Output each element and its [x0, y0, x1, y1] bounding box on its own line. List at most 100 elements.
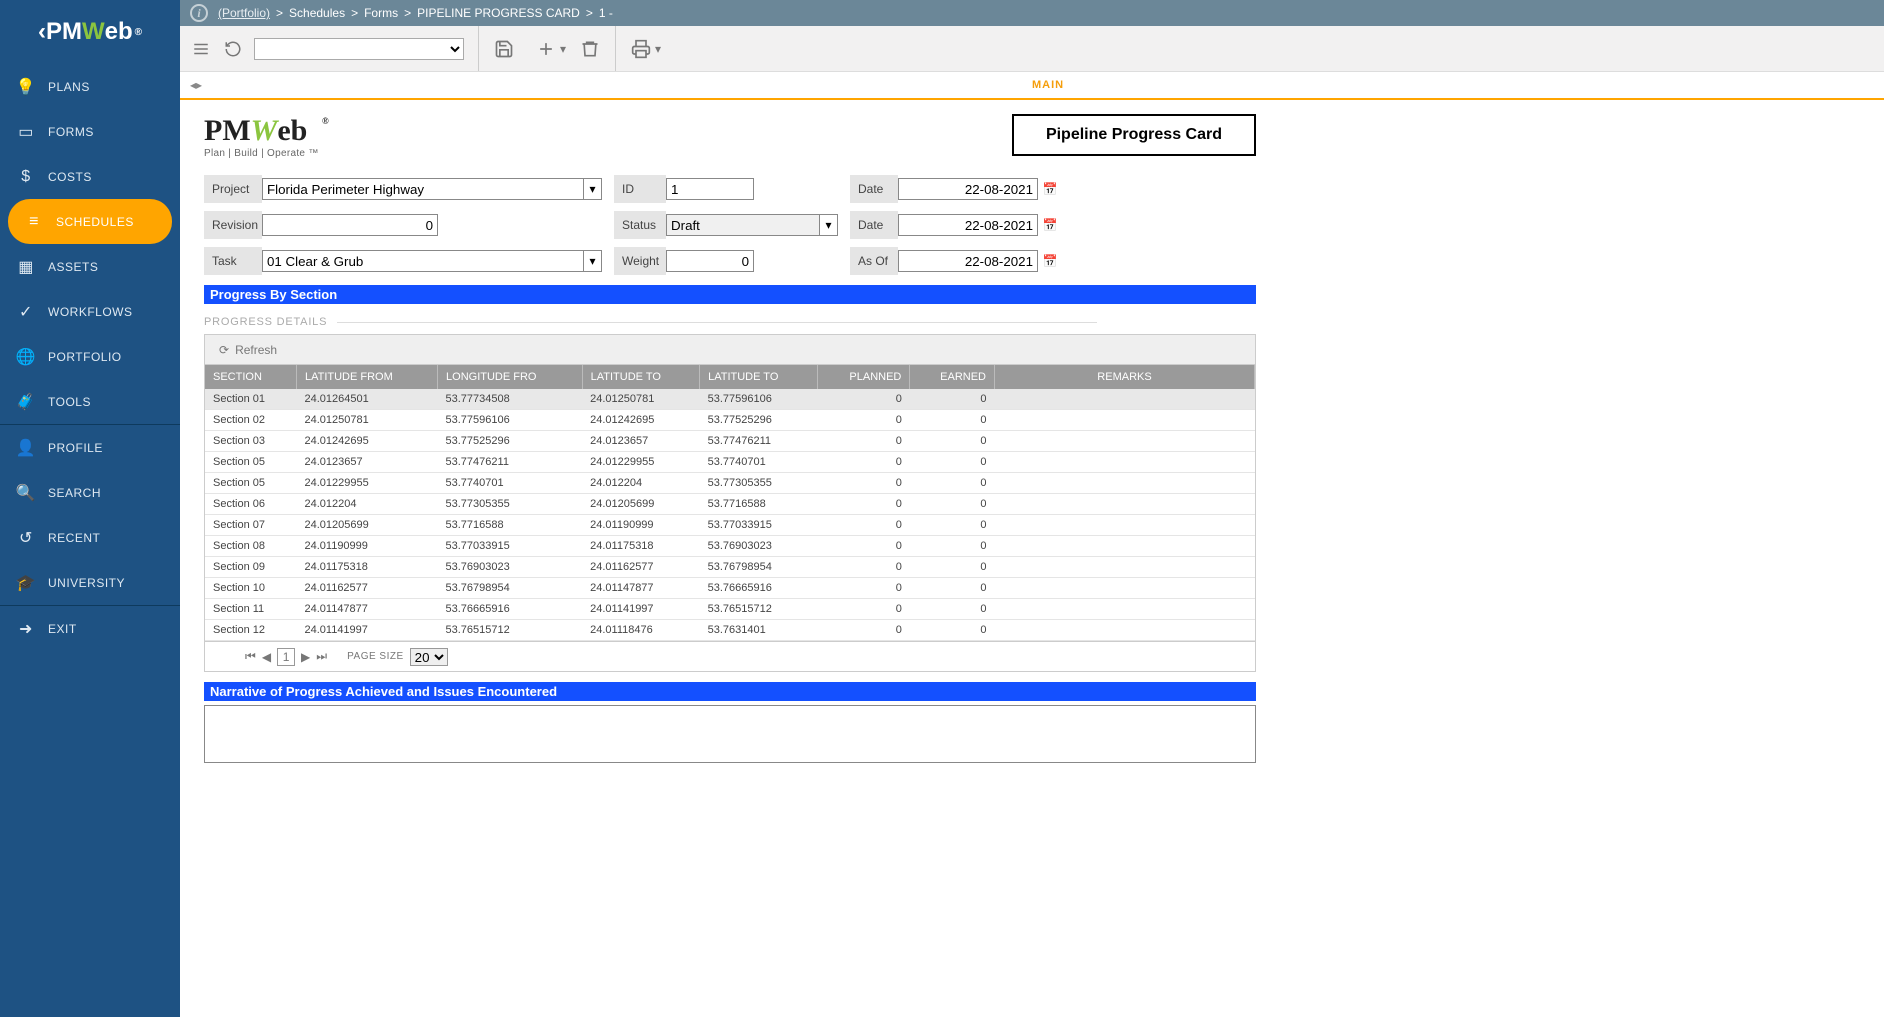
crumb-forms[interactable]: Forms: [364, 6, 398, 20]
nav-search[interactable]: 🔍SEARCH: [0, 470, 180, 515]
settings-icon[interactable]: [190, 38, 212, 60]
breadcrumb-bar: i (Portfolio) > Schedules > Forms > PIPE…: [0, 0, 1884, 26]
pager-page[interactable]: 1: [277, 648, 295, 666]
calendar-icon[interactable]: 📅: [1042, 253, 1058, 269]
table-row[interactable]: Section 1024.0116257753.7679895424.01147…: [205, 578, 1255, 599]
nav-forms[interactable]: ▭FORMS: [0, 109, 180, 154]
nav-recent[interactable]: ↺RECENT: [0, 515, 180, 560]
nav-assets[interactable]: ▦ASSETS: [0, 244, 180, 289]
calendar-icon[interactable]: 📅: [1042, 217, 1058, 233]
status-select[interactable]: ▾: [666, 214, 838, 236]
calendar-icon[interactable]: 📅: [1042, 181, 1058, 197]
chevron-down-icon[interactable]: ▾: [583, 251, 601, 271]
toolbar: ▾ ▾: [0, 26, 1884, 72]
crumb-card[interactable]: PIPELINE PROGRESS CARD: [417, 6, 580, 20]
briefcase-icon: 🧳: [14, 392, 38, 412]
task-select[interactable]: ▾: [262, 250, 602, 272]
nav-portfolio[interactable]: 🌐PORTFOLIO: [0, 334, 180, 379]
print-dropdown-icon[interactable]: ▾: [652, 38, 664, 60]
label-asof: As Of: [850, 247, 898, 275]
grid-toolbar: ⟳ Refresh: [205, 335, 1255, 365]
globe-icon: 🌐: [14, 347, 38, 367]
progress-grid: ⟳ Refresh SECTION LATITUDE FROM LONGITUDE…: [204, 334, 1256, 672]
save-icon[interactable]: [493, 38, 515, 60]
tab-nav-arrows[interactable]: ◂▸: [190, 78, 202, 92]
table-row[interactable]: Section 0524.012365753.7747621124.012299…: [205, 452, 1255, 473]
refresh-button[interactable]: Refresh: [235, 343, 277, 357]
add-dropdown-icon[interactable]: ▾: [557, 38, 569, 60]
graduation-icon: 🎓: [14, 573, 38, 593]
crumb-num: 1 -: [599, 6, 613, 20]
table-row[interactable]: Section 0324.0124269553.7752529624.01236…: [205, 431, 1255, 452]
table-row[interactable]: Section 0824.0119099953.7703391524.01175…: [205, 536, 1255, 557]
content-area: ◂▸ MAIN PMWeb® Plan | Build | Operate ™ …: [180, 72, 1884, 777]
section-progress-bar: Progress By Section: [204, 285, 1256, 304]
record-select[interactable]: [254, 38, 464, 60]
nav-profile[interactable]: 👤PROFILE: [0, 425, 180, 470]
form-block: Project ▾ Revision Task ▾ ID Status ▾ We…: [204, 175, 1256, 275]
search-icon: 🔍: [14, 483, 38, 503]
id-input[interactable]: [666, 178, 754, 200]
check-icon: ✓: [14, 302, 38, 322]
asof-input[interactable]: [898, 250, 1038, 272]
nav-university[interactable]: 🎓UNIVERSITY: [0, 560, 180, 605]
table-row[interactable]: Section 0624.01220453.7730535524.0120569…: [205, 494, 1255, 515]
table-row[interactable]: Section 0724.0120569953.771658824.011909…: [205, 515, 1255, 536]
dollar-icon: $: [14, 168, 38, 186]
bulb-icon: 💡: [14, 77, 38, 97]
grid-icon: ▦: [14, 257, 38, 277]
weight-input[interactable]: [666, 250, 754, 272]
label-project: Project: [204, 175, 262, 203]
table-row[interactable]: Section 0524.0122995553.774070124.012204…: [205, 473, 1255, 494]
chevron-down-icon[interactable]: ▾: [583, 179, 601, 199]
project-select[interactable]: ▾: [262, 178, 602, 200]
crumb-portfolio[interactable]: (Portfolio): [218, 6, 270, 20]
table-row[interactable]: Section 0124.0126450153.7773450824.01250…: [205, 389, 1255, 410]
nav-tools[interactable]: 🧳TOOLS: [0, 379, 180, 424]
pager-last-icon[interactable]: ⏭: [316, 649, 327, 664]
print-icon[interactable]: [630, 38, 652, 60]
pager-next-icon[interactable]: ▶: [301, 650, 310, 664]
progress-details-label: PROGRESS DETAILS: [204, 316, 1256, 328]
nav-costs[interactable]: $COSTS: [0, 154, 180, 199]
clipboard-icon: ▭: [14, 122, 38, 142]
user-icon: 👤: [14, 438, 38, 458]
undo-icon[interactable]: [222, 38, 244, 60]
app-logo: ‹PMWeb®: [0, 0, 180, 64]
label-weight: Weight: [614, 247, 666, 275]
exit-icon: ➜: [14, 619, 38, 639]
label-id: ID: [614, 175, 666, 203]
chevron-down-icon[interactable]: ▾: [819, 215, 837, 235]
narrative-input[interactable]: [204, 705, 1256, 763]
refresh-icon[interactable]: ⟳: [219, 343, 229, 357]
tab-strip: ◂▸ MAIN: [180, 72, 1884, 100]
table-row[interactable]: Section 0924.0117531853.7690302324.01162…: [205, 557, 1255, 578]
label-date2: Date: [850, 211, 898, 239]
card-title: Pipeline Progress Card: [1012, 114, 1256, 156]
table-row[interactable]: Section 1224.0114199753.7651571224.01118…: [205, 620, 1255, 641]
sidebar: ‹PMWeb® 💡PLANS ▭FORMS $COSTS ≡SCHEDULES …: [0, 0, 180, 1017]
nav-exit[interactable]: ➜EXIT: [0, 606, 180, 651]
grid-header: SECTION LATITUDE FROM LONGITUDE FRO LATI…: [205, 365, 1255, 389]
date1-input[interactable]: [898, 178, 1038, 200]
add-icon[interactable]: [535, 38, 557, 60]
nav-plans[interactable]: 💡PLANS: [0, 64, 180, 109]
table-row[interactable]: Section 1124.0114787753.7666591624.01141…: [205, 599, 1255, 620]
grid-pager: ⏮ ◀ 1 ▶ ⏭ PAGE SIZE 20: [205, 641, 1255, 671]
narrative-bar: Narrative of Progress Achieved and Issue…: [204, 682, 1256, 701]
crumb-schedules[interactable]: Schedules: [289, 6, 345, 20]
pagesize-label: PAGE SIZE: [347, 651, 404, 662]
revision-input[interactable]: [262, 214, 438, 236]
nav-workflows[interactable]: ✓WORKFLOWS: [0, 289, 180, 334]
date2-input[interactable]: [898, 214, 1038, 236]
list-icon: ≡: [22, 213, 46, 231]
pagesize-select[interactable]: 20: [410, 648, 448, 666]
label-revision: Revision: [204, 211, 262, 239]
nav-schedules[interactable]: ≡SCHEDULES: [8, 199, 172, 244]
table-row[interactable]: Section 0224.0125078153.7759610624.01242…: [205, 410, 1255, 431]
pager-prev-icon[interactable]: ◀: [262, 650, 271, 664]
info-icon[interactable]: i: [190, 4, 208, 22]
pager-first-icon[interactable]: ⏮: [245, 649, 256, 664]
tab-main[interactable]: MAIN: [212, 79, 1884, 91]
delete-icon[interactable]: [579, 38, 601, 60]
